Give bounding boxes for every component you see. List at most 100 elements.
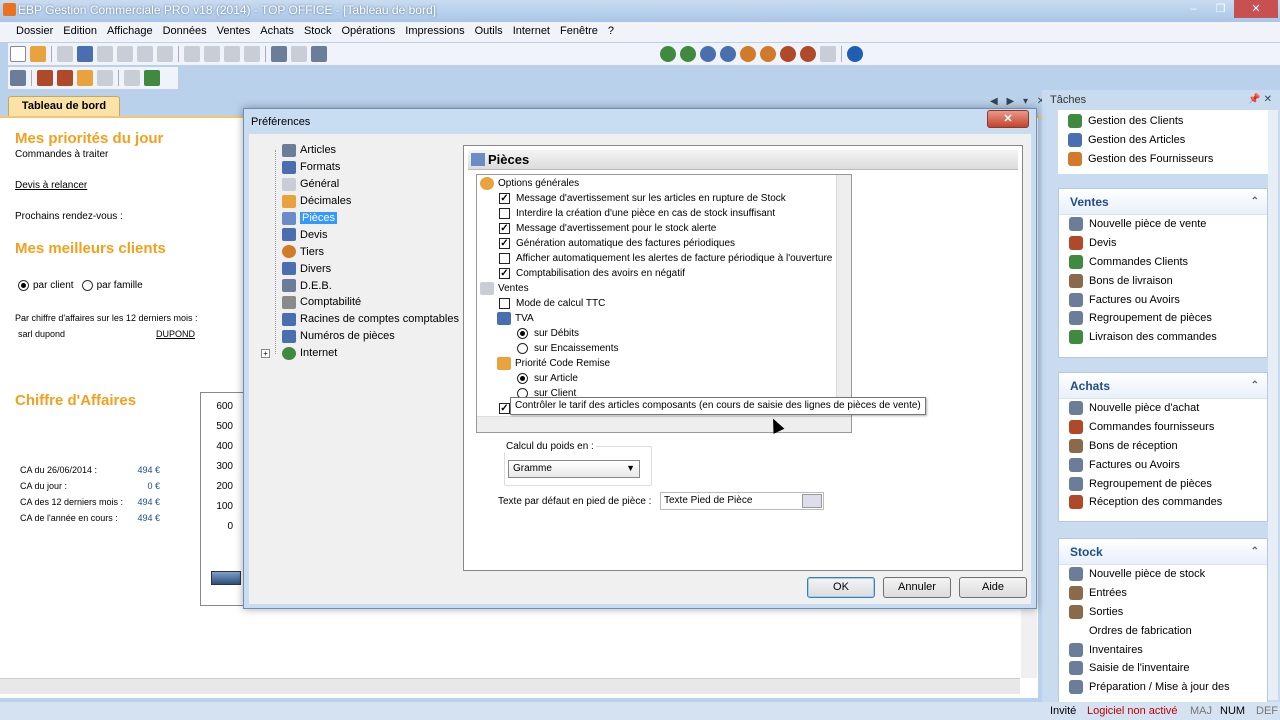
help-icon[interactable] [847, 46, 863, 62]
group-options-generales[interactable]: Options générales [480, 176, 579, 191]
task-item[interactable]: Livraison des commandes [1059, 328, 1267, 347]
menu-outils[interactable]: Outils [471, 22, 507, 42]
task-item[interactable]: Saisie de l'inventaire [1059, 659, 1267, 678]
checkbox-checked[interactable]: ✓ [499, 268, 510, 279]
checkbox-unchecked[interactable] [499, 253, 510, 264]
tree-item-general[interactable]: Général [261, 176, 461, 193]
option-checkbox[interactable]: Interdire la création d'une pièce en cas… [499, 206, 775, 221]
menu-fenetre[interactable]: Fenêtre [556, 22, 602, 42]
poids-select[interactable]: Gramme ▼ [508, 460, 640, 478]
maximize-button[interactable]: ❐ [1207, 0, 1234, 18]
option-radio[interactable]: sur Encaissements [517, 341, 618, 356]
task-item[interactable]: Regroupement de pièces [1059, 309, 1267, 328]
task-gestion-articles[interactable]: Gestion des Articles [1058, 131, 1268, 150]
task-item[interactable]: Nouvelle pièce de stock [1059, 565, 1267, 584]
task-item[interactable]: Commandes Clients [1059, 253, 1267, 272]
tools-icon[interactable] [291, 46, 307, 62]
task-item[interactable]: Factures ou Avoirs [1059, 290, 1267, 309]
note-icon[interactable] [77, 70, 93, 86]
checkbox-checked[interactable]: ✓ [499, 403, 510, 414]
tab-tableau-de-bord[interactable]: Tableau de bord [8, 96, 120, 116]
first-record-icon[interactable] [184, 46, 200, 62]
supplier-icon[interactable] [740, 46, 756, 62]
menu-internet[interactable]: Internet [509, 22, 554, 42]
option-radio[interactable]: sur Débits [517, 326, 579, 341]
collapse-icon[interactable]: ⌃ [1251, 539, 1259, 565]
edit-icon[interactable] [820, 46, 836, 62]
par-client-option[interactable]: par client par famille [18, 280, 143, 291]
tree-item-numeros[interactable]: Numéros de pièces [261, 328, 461, 345]
dialog-close-button[interactable]: ✕ [987, 110, 1029, 128]
option-checkbox[interactable]: Afficher automatiquement les alertes de … [499, 251, 832, 266]
tree-item-racines[interactable]: Racines de comptes comptables [261, 311, 461, 328]
checkbox-unchecked[interactable] [499, 208, 510, 219]
previous-record-icon[interactable] [204, 46, 220, 62]
menu-impressions[interactable]: Impressions [401, 22, 468, 42]
blank-icon[interactable] [137, 46, 153, 62]
user-group-icon[interactable] [800, 46, 816, 62]
group-tva[interactable]: TVA [497, 311, 534, 326]
save-icon[interactable] [77, 46, 93, 62]
annuler-button[interactable]: Annuler [883, 577, 951, 598]
stock-header[interactable]: Stock ⌃ [1059, 539, 1267, 565]
task-item[interactable]: Réception des commandes [1059, 493, 1267, 512]
tree-item-comptabilite[interactable]: Comptabilité [261, 294, 461, 311]
achats-header[interactable]: Achats ⌃ [1059, 373, 1267, 399]
copy-icon[interactable] [97, 46, 113, 62]
client-icon[interactable] [660, 46, 676, 62]
tree-item-decimales[interactable]: Décimales [261, 193, 461, 210]
task-gestion-clients[interactable]: Gestion des Clients [1058, 112, 1268, 131]
client-list-icon[interactable] [680, 46, 696, 62]
radio-icon[interactable] [18, 280, 29, 291]
task-item[interactable]: Entrées [1059, 584, 1267, 603]
user-icon[interactable] [780, 46, 796, 62]
pin-icon[interactable]: 📌 ✕ [1248, 94, 1272, 105]
checkbox-checked[interactable]: ✓ [499, 223, 510, 234]
options-list[interactable]: Options générales ✓ Message d'avertisseme… [476, 174, 852, 433]
option-checkbox[interactable]: ✓ Message d'avertissement pour le stock a… [499, 221, 716, 236]
copy-document-icon[interactable] [124, 70, 140, 86]
documents-icon[interactable] [37, 70, 53, 86]
task-panel-scrollbar[interactable] [1268, 110, 1278, 700]
radio-unselected[interactable] [517, 343, 528, 354]
task-item[interactable]: Ordres de fabrication [1059, 621, 1267, 640]
delete-icon[interactable] [157, 46, 173, 62]
duplicate-icon[interactable] [117, 46, 133, 62]
option-radio[interactable]: sur Article [517, 371, 578, 386]
task-item[interactable]: Regroupement de pièces [1059, 474, 1267, 493]
tree-item-deb[interactable]: D.E.B. [261, 277, 461, 294]
group-remise[interactable]: Priorité Code Remise [497, 356, 610, 371]
print-icon[interactable] [271, 46, 287, 62]
list-icon[interactable] [57, 46, 73, 62]
menu-dossier[interactable]: Dossier [12, 22, 57, 42]
report-icon[interactable] [97, 70, 113, 86]
tree-item-pieces[interactable]: Pièces [261, 210, 461, 227]
open-folder-icon[interactable] [30, 46, 46, 62]
radio-icon[interactable] [81, 280, 93, 291]
chart-icon[interactable] [57, 70, 73, 86]
contact-icon[interactable] [720, 46, 736, 62]
radio-selected[interactable] [517, 373, 528, 384]
task-item[interactable]: Nouvelle pièce de vente [1059, 215, 1267, 234]
menu-donnees[interactable]: Données [159, 22, 211, 42]
minimize-button[interactable]: – [1180, 0, 1207, 18]
tree-item-divers[interactable]: Divers [261, 260, 461, 277]
devis-link[interactable]: Devis à relancer [15, 180, 87, 191]
last-record-icon[interactable] [244, 46, 260, 62]
tree-item-articles[interactable]: Articles [261, 142, 461, 159]
checkbox-checked[interactable]: ✓ [499, 193, 510, 204]
aide-button[interactable]: Aide [959, 577, 1027, 598]
task-item[interactable]: Sorties [1059, 603, 1267, 622]
close-button[interactable]: ✕ [1234, 0, 1278, 18]
menu-operations[interactable]: Opérations [337, 22, 399, 42]
task-item[interactable]: Devis [1059, 234, 1267, 253]
task-item[interactable]: Préparation / Mise à jour des [1059, 678, 1267, 697]
ventes-header[interactable]: Ventes ⌃ [1059, 189, 1267, 215]
ok-button[interactable]: OK [807, 577, 875, 598]
option-checkbox[interactable]: ✓ Comptabilisation des avoirs en négatif [499, 266, 685, 281]
task-item[interactable]: Bons de livraison [1059, 271, 1267, 290]
collapse-icon[interactable]: ⌃ [1251, 189, 1259, 215]
tree-item-formats[interactable]: Formats [261, 159, 461, 176]
options-vertical-scrollbar[interactable] [836, 175, 851, 415]
option-checkbox[interactable]: Mode de calcul TTC [499, 296, 605, 311]
